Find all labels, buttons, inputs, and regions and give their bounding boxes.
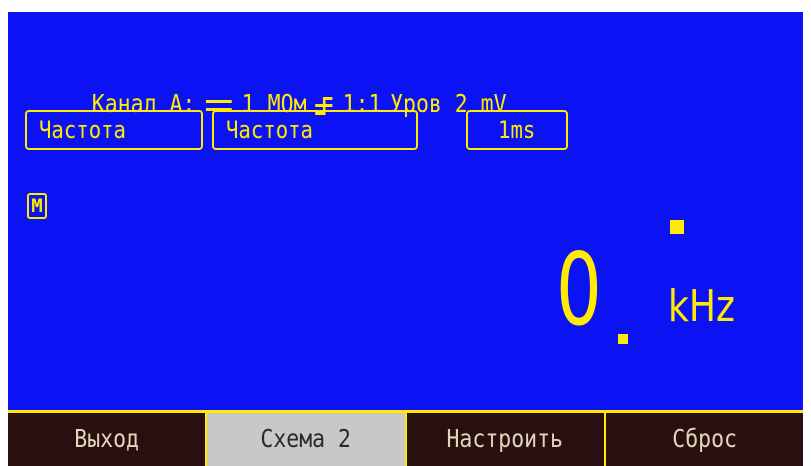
softkey-reset[interactable]: Сброс [603,410,803,466]
mode-selector-label: Частота [39,116,126,144]
softkey-label: Сброс [672,424,737,453]
memory-badge: M [27,193,47,219]
softkey-label: Схема 2 [260,424,352,453]
instrument-screen: Канал А: 1 МОм 1:1 Уров 2 mV Частота Частот… [8,12,803,466]
gate-time-label: 1ms [498,116,536,144]
softkey-settings[interactable]: Настроить [404,410,604,466]
measurement-selector[interactable]: Частота [212,110,418,150]
mode-selector[interactable]: Частота [25,110,203,150]
gate-indicator [670,220,684,234]
softkey-bar: Выход Схема 2 Настроить Сброс [8,410,803,466]
gate-time-selector[interactable]: 1ms [466,110,568,150]
softkey-label: Выход [74,424,139,453]
measurement-selector-label: Частота [226,116,313,144]
reading-value: 0 [556,231,602,348]
softkey-label: Настроить [446,424,564,453]
reading-unit: kHz [668,281,735,332]
decimal-point [618,334,628,344]
softkey-scheme[interactable]: Схема 2 [205,410,405,466]
softkey-exit[interactable]: Выход [8,410,206,466]
